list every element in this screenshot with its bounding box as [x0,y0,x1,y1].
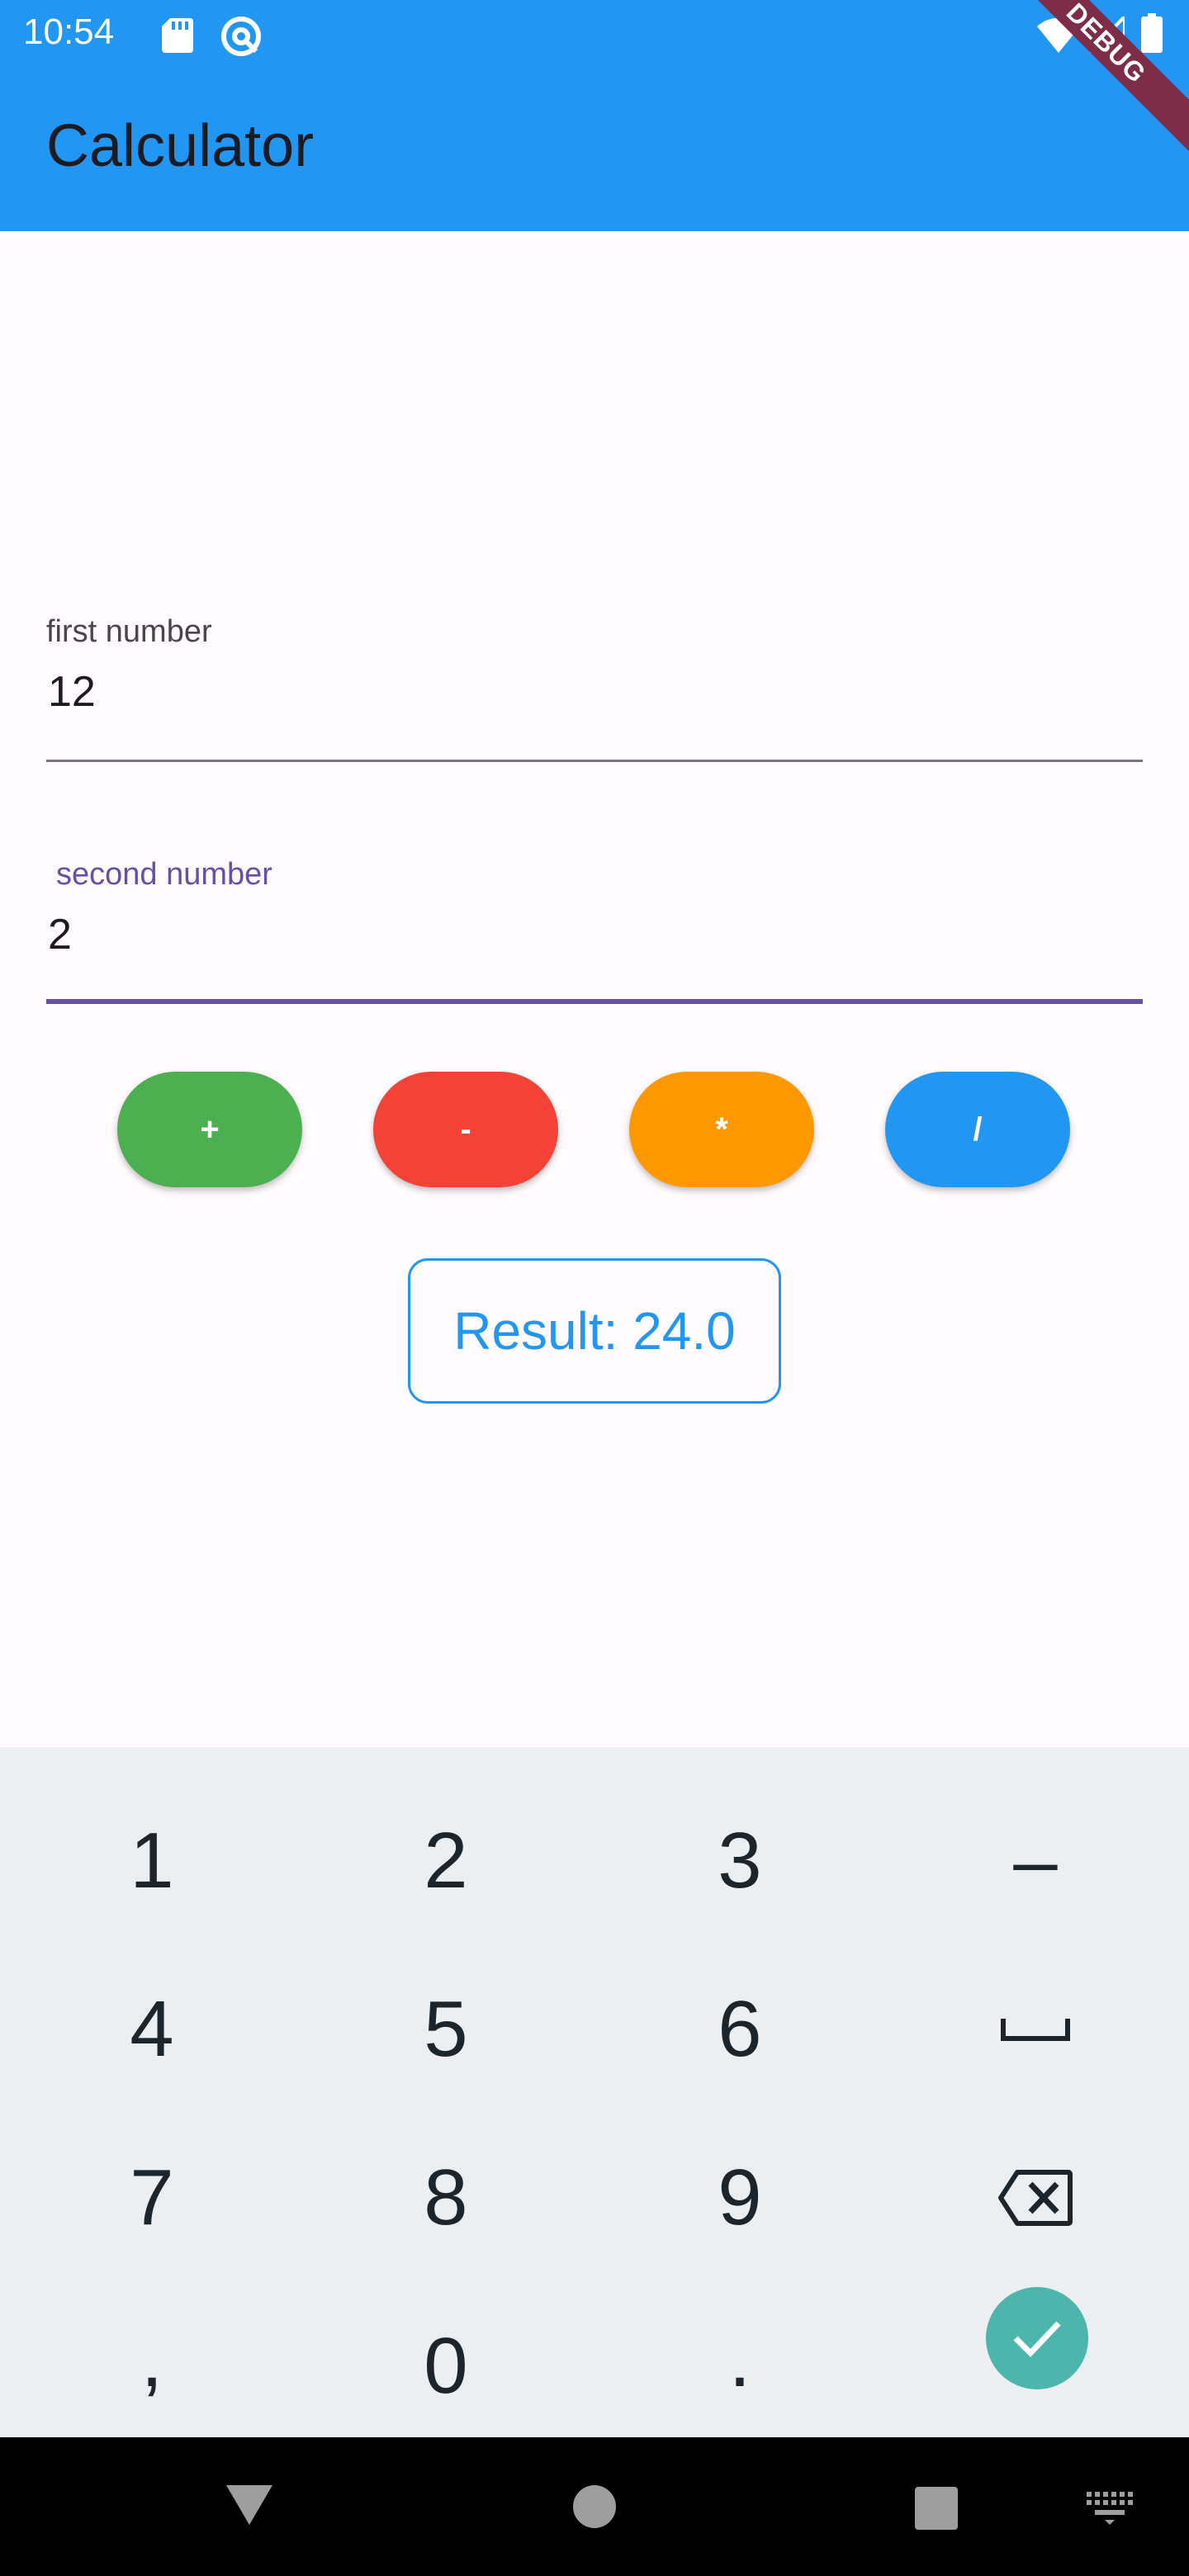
key-7[interactable]: 7 [3,2114,301,2282]
key-period[interactable]: . [591,2275,888,2444]
key-4[interactable]: 4 [3,1945,301,2114]
multiply-button[interactable]: * [629,1072,814,1187]
second-number-label: second number [56,857,272,892]
key-space[interactable] [887,1945,1184,2114]
battery-icon [1141,13,1163,53]
add-button[interactable]: + [117,1072,302,1187]
status-time: 10:54 [23,12,115,52]
key-minus[interactable]: – [887,1777,1184,1945]
result-display: Result: 24.0 [408,1258,781,1404]
navigation-bar [0,2437,1189,2576]
first-number-input[interactable] [48,667,1121,717]
second-number-underline [46,999,1143,1004]
recents-icon[interactable] [915,2487,958,2530]
key-5[interactable]: 5 [297,1945,594,2114]
key-6[interactable]: 6 [591,1945,888,2114]
subtract-button[interactable]: - [373,1072,558,1187]
key-1[interactable]: 1 [3,1777,301,1945]
space-icon [1001,2019,1070,2041]
app-title: Calculator [46,113,315,179]
checkmark-icon [1013,2321,1061,2358]
first-number-field[interactable]: first number [46,611,1143,765]
key-2[interactable]: 2 [297,1777,594,1945]
key-0[interactable]: 0 [297,2282,594,2451]
at-sign-icon [221,17,261,56]
status-bar: 10:54 [0,0,1189,69]
keyboard-switch-icon[interactable] [1087,2492,1133,2525]
app-bar: Calculator [0,69,1189,231]
second-number-field[interactable]: second number [46,854,1143,1007]
key-8[interactable]: 8 [297,2114,594,2282]
key-backspace[interactable] [887,2114,1184,2282]
back-icon[interactable] [225,2484,274,2526]
key-comma[interactable]: , [3,2275,301,2444]
second-number-input[interactable] [48,910,1121,959]
first-number-underline [46,760,1143,762]
divide-button[interactable]: / [885,1072,1070,1187]
key-9[interactable]: 9 [591,2114,888,2282]
home-icon[interactable] [573,2485,616,2528]
done-key[interactable] [986,2287,1088,2389]
key-3[interactable]: 3 [591,1777,888,1945]
sd-card-icon [162,18,193,53]
first-number-label: first number [46,614,212,649]
backspace-icon [998,2170,1073,2226]
